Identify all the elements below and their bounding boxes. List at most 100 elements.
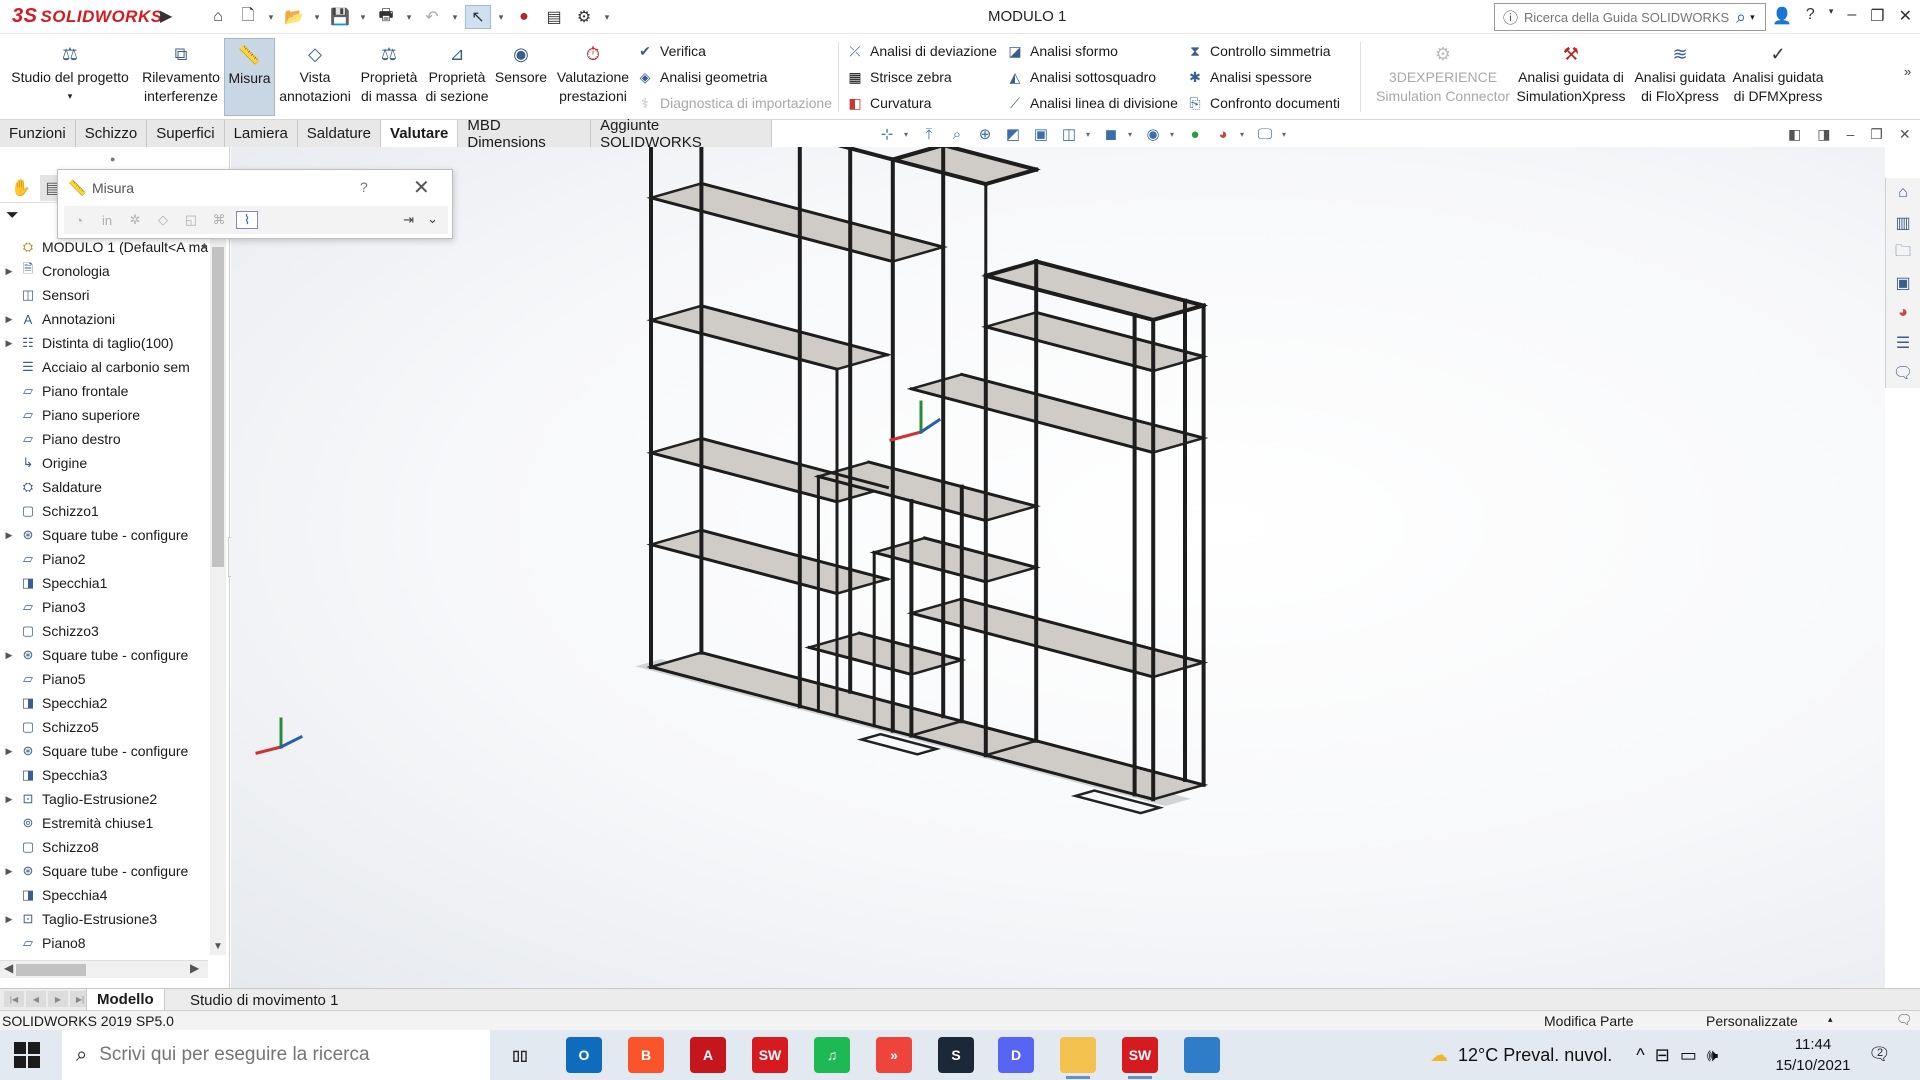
options-gear-icon[interactable]: ⚙	[571, 5, 597, 29]
tree-item[interactable]: ▱ Piano frontale	[0, 379, 210, 403]
save-icon[interactable]: 💾	[327, 5, 353, 29]
file-explorer-icon[interactable]	[1060, 1037, 1096, 1079]
tab-saldature[interactable]: Saldature	[298, 120, 382, 147]
tile-right-icon[interactable]: ◨	[1817, 126, 1830, 143]
help-dropdown-icon[interactable]: ▾	[1829, 6, 1834, 26]
outlook-icon[interactable]: O	[566, 1037, 602, 1073]
print-icon[interactable]: 🖶	[373, 5, 399, 29]
scroll-right-arrow-icon[interactable]: ▶	[190, 961, 199, 975]
expand-arrow-icon[interactable]: ▶	[0, 746, 18, 757]
notification-center-icon[interactable]: 🗨 2	[1868, 1044, 1891, 1065]
tree-item[interactable]: ▶ ⊡ Taglio-Estrusione3	[0, 907, 210, 931]
next-tab-icon[interactable]: ▶	[48, 991, 68, 1007]
viewport-close-icon[interactable]: ✕	[1899, 126, 1911, 143]
tree-item[interactable]: ☰ Acciaio al carbonio sem	[0, 355, 210, 379]
undo-dropdown-icon[interactable]: ▾	[449, 5, 461, 29]
dropdown-icon[interactable]: ▾	[1086, 130, 1094, 139]
tab-studio-di-movimento[interactable]: Studio di movimento 1	[180, 989, 348, 1011]
units-precision-icon[interactable]: in	[96, 213, 118, 228]
tree-item[interactable]: ▱ Piano2	[0, 547, 210, 571]
tab-schizzo[interactable]: Schizzo	[76, 120, 148, 147]
mass-properties-button[interactable]: ⚖ Proprietà di massa	[354, 38, 424, 116]
weather-label[interactable]: 12°C Preval. nuvol.	[1458, 1045, 1612, 1066]
apply-scene-icon[interactable]: ◕	[1212, 124, 1234, 144]
simulation-connector-button[interactable]: ⚙ 3DEXPERIENCE Simulation Connector	[1370, 38, 1516, 116]
tree-item[interactable]: ▢ Schizzo1	[0, 499, 210, 523]
dynamic-annotation-icon[interactable]: ▣	[1030, 124, 1052, 144]
search-dropdown-icon[interactable]: ▾	[1750, 12, 1755, 23]
units-system-label[interactable]: Personalizzate	[1706, 1013, 1798, 1029]
taskbar-clock[interactable]: 11:44 15/10/2021	[1768, 1034, 1858, 1076]
search-icon[interactable]: ⌕	[1736, 7, 1746, 28]
rebuild-icon[interactable]: ●	[511, 5, 537, 29]
view-orientation-icon[interactable]: ⊹	[876, 124, 898, 144]
previous-view-icon[interactable]: ⤒	[918, 124, 940, 144]
tree-item[interactable]: ▱ Piano destro	[0, 427, 210, 451]
symmetry-check-button[interactable]: ⧗ Controllo simmetria	[1186, 40, 1331, 62]
zoom-to-area-icon[interactable]: ⊕	[974, 124, 996, 144]
point-to-point-icon[interactable]: ◇	[152, 212, 174, 228]
tree-horizontal-scrollbar[interactable]: ◀ ▶	[0, 960, 208, 978]
parting-line-analysis-button[interactable]: ⟋ Analisi linea di divisione	[1006, 92, 1178, 114]
ribbon-overflow-icon[interactable]: »	[1904, 64, 1911, 79]
discord-icon[interactable]: D	[998, 1037, 1034, 1073]
import-diagnostics-button[interactable]: ⚕ Diagnostica di importazione	[636, 92, 832, 114]
scroll-down-arrow-icon[interactable]: ▼	[213, 941, 223, 952]
minimize-icon[interactable]: –	[1847, 6, 1856, 26]
dropdown-icon[interactable]: ▾	[904, 130, 912, 139]
pin-dialog-icon[interactable]: ⇥	[403, 212, 414, 228]
solidworks-logo[interactable]: 3S SOLIDWORKS	[12, 5, 163, 28]
tile-left-icon[interactable]: ◧	[1788, 126, 1801, 143]
tree-item[interactable]: ▶ ⊛ Square tube - configure	[0, 523, 210, 547]
edit-appearance-icon[interactable]: ●	[1184, 124, 1206, 144]
tree-vertical-scrollbar[interactable]: ▲ ▼	[210, 225, 226, 955]
feature-manager-tab-icon[interactable]: ✋	[8, 175, 34, 201]
check-button[interactable]: ✔ Verifica	[636, 40, 706, 62]
measure-close-icon[interactable]: ✕	[413, 175, 430, 200]
open-icon[interactable]: 📂	[281, 5, 307, 29]
section-properties-button[interactable]: ⊿ Proprietà di sezione	[422, 38, 492, 116]
appearances-icon[interactable]: ◕	[1886, 298, 1920, 328]
help-search-input[interactable]	[1524, 9, 1735, 25]
sensor-button[interactable]: ◉ Sensore	[494, 38, 548, 116]
dfmxpress-button[interactable]: ✓ Analisi guidata di DFMXpress	[1728, 38, 1828, 116]
measurement-history-icon[interactable]: ⌘	[208, 212, 230, 228]
expand-arrow-icon[interactable]: ▶	[0, 266, 18, 277]
viewport-minimize-icon[interactable]: –	[1846, 126, 1854, 143]
tree-item[interactable]: ⛭ Saldature	[0, 475, 210, 499]
tab-modello[interactable]: Modello	[86, 989, 165, 1011]
tab-valutare[interactable]: Valutare	[381, 120, 459, 147]
file-properties-icon[interactable]: ▤	[541, 5, 567, 29]
tree-item[interactable]: ▶ ⊛ Square tube - configure	[0, 739, 210, 763]
tree-item[interactable]: ◨ Specchia2	[0, 691, 210, 715]
create-sensor-icon[interactable]: ⌇	[236, 211, 258, 229]
forum-icon[interactable]: 🗨	[1886, 358, 1920, 388]
expand-arrow-icon[interactable]: ▶	[0, 530, 18, 541]
dropdown-icon[interactable]: ▾	[1128, 130, 1136, 139]
solidworks-2019-icon[interactable]: SW	[752, 1037, 788, 1073]
dropdown-icon[interactable]: ▾	[1240, 130, 1248, 139]
restore-icon[interactable]: ❐	[1870, 6, 1884, 26]
tab-superfici[interactable]: Superfici	[147, 120, 225, 147]
view-orientation-cube-icon[interactable]: ◫	[1058, 124, 1080, 144]
home-icon[interactable]: ⌂	[205, 5, 231, 29]
hide-show-items-icon[interactable]: ◉	[1142, 124, 1164, 144]
interference-detection-button[interactable]: ⧉ Rilevamento interferenze	[138, 38, 224, 116]
options-dropdown-icon[interactable]: ▾	[601, 5, 613, 29]
units-dropdown-icon[interactable]: ▴	[1828, 1014, 1833, 1025]
simulationxpress-button[interactable]: ⚒ Analisi guidata di SimulationXpress	[1516, 38, 1626, 116]
select-dropdown-icon[interactable]: ▾	[495, 5, 507, 29]
tree-hscroll-thumb[interactable]	[16, 964, 86, 976]
design-study-button[interactable]: ⚖ Studio del progetto ▾	[6, 38, 134, 116]
filter-icon[interactable]: ⏷	[6, 207, 19, 225]
draft-analysis-button[interactable]: ◪ Analisi sformo	[1006, 40, 1118, 62]
scroll-left-arrow-icon[interactable]: ◀	[4, 961, 13, 975]
tree-item[interactable]: ▱ Piano8	[0, 931, 210, 955]
tree-item[interactable]: ▢ Schizzo3	[0, 619, 210, 643]
show-xyz-icon[interactable]: ✲	[124, 212, 146, 228]
first-tab-icon[interactable]: |◀	[4, 991, 24, 1007]
anydesk-icon[interactable]: »	[876, 1037, 912, 1073]
tree-item[interactable]: ◨ Specchia4	[0, 883, 210, 907]
windows-start-icon[interactable]	[14, 1042, 40, 1068]
save-dropdown-icon[interactable]: ▾	[357, 5, 369, 29]
